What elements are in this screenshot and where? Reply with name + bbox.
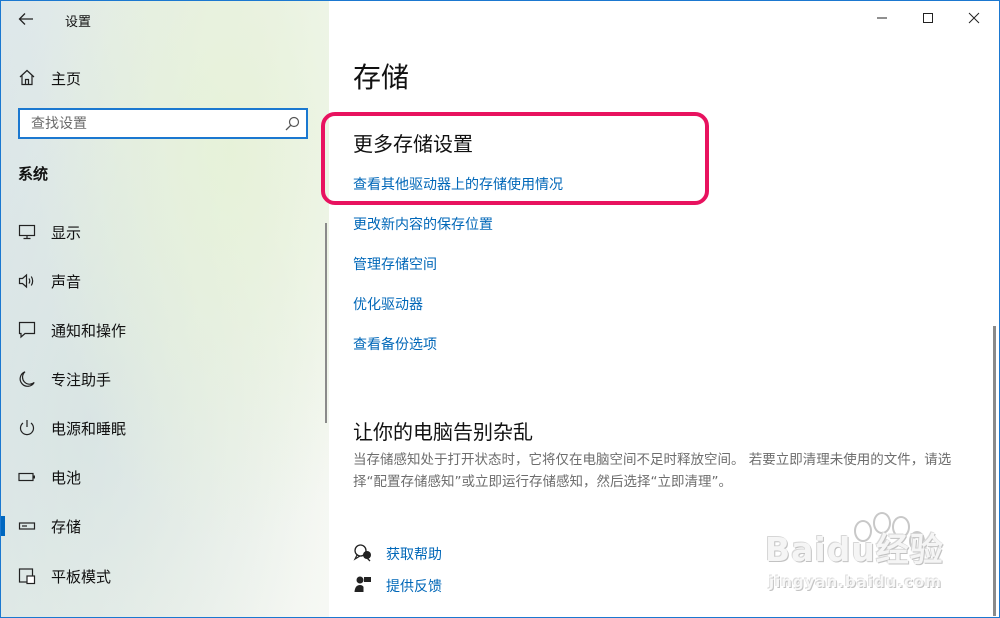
selection-indicator xyxy=(1,516,5,536)
notification-icon xyxy=(18,321,36,339)
sidebar-item-sound[interactable]: 声音 xyxy=(1,261,329,301)
app-title: 设置 xyxy=(65,15,92,30)
sidebar-item-label: 通知和操作 xyxy=(51,322,127,340)
sidebar-item-focus-assist[interactable]: 专注助手 xyxy=(1,359,329,399)
sidebar-item-label: 显示 xyxy=(51,224,82,242)
sidebar-item-battery[interactable]: 电池 xyxy=(1,457,329,497)
minimize-button[interactable] xyxy=(859,1,905,34)
sidebar-item-label: 电源和睡眠 xyxy=(51,420,127,438)
monitor-icon xyxy=(18,224,36,240)
link-backup-options[interactable]: 查看备份选项 xyxy=(353,334,437,354)
help-chat-icon xyxy=(353,544,371,562)
watermark-url: jingyan.baidu.com xyxy=(769,573,942,591)
section-heading-more-storage: 更多存储设置 xyxy=(353,132,473,156)
sidebar-item-label: 存储 xyxy=(51,518,82,536)
search-icon[interactable] xyxy=(285,116,300,131)
close-button[interactable] xyxy=(951,1,997,34)
link-other-drives-usage[interactable]: 查看其他驱动器上的存储使用情况 xyxy=(353,174,563,194)
search-box xyxy=(18,108,308,139)
link-change-save-location[interactable]: 更改新内容的保存位置 xyxy=(353,214,493,234)
feedback-label: 提供反馈 xyxy=(386,579,442,595)
sidebar-item-storage[interactable]: 存储 xyxy=(1,506,329,546)
sidebar-item-notifications[interactable]: 通知和操作 xyxy=(1,310,329,350)
tablet-mode-icon xyxy=(18,568,36,585)
battery-icon xyxy=(18,472,35,482)
settings-window: 设置 主页 系统 显示 xyxy=(0,0,1000,618)
sidebar-item-tablet-mode[interactable]: 平板模式 xyxy=(1,556,329,596)
sidebar-item-label: 专注助手 xyxy=(51,371,112,389)
speaker-icon xyxy=(18,273,34,289)
sidebar-item-label: 主页 xyxy=(51,70,82,88)
sidebar-item-label: 平板模式 xyxy=(51,568,112,586)
sidebar-item-power-sleep[interactable]: 电源和睡眠 xyxy=(1,408,329,448)
watermark-text: Baidu经验 xyxy=(765,530,944,569)
feedback-icon xyxy=(354,576,371,592)
declutter-description: 当存储感知处于打开状态时，它将仅在电脑空间不足时释放空间。 若要立即清理未使用的… xyxy=(353,452,952,490)
main-content: 存储 更多存储设置 查看其他驱动器上的存储使用情况 更改新内容的保存位置 管理存… xyxy=(321,1,999,617)
back-arrow-icon xyxy=(18,13,33,25)
back-button[interactable] xyxy=(9,3,43,35)
maximize-icon xyxy=(923,12,933,23)
sidebar-item-home[interactable]: 主页 xyxy=(1,61,329,95)
sidebar-item-label: 声音 xyxy=(51,273,82,291)
power-icon xyxy=(19,420,35,436)
sidebar: 设置 主页 系统 显示 xyxy=(1,1,329,617)
search-input[interactable] xyxy=(20,110,281,137)
sidebar-scrollbar[interactable] xyxy=(325,223,327,423)
minimize-icon xyxy=(877,17,887,18)
link-optimize-drives[interactable]: 优化驱动器 xyxy=(353,294,423,314)
sidebar-item-display[interactable]: 显示 xyxy=(1,212,329,252)
page-title: 存储 xyxy=(353,61,410,94)
section-title: 系统 xyxy=(18,165,49,183)
section-heading-declutter: 让你的电脑告别杂乱 xyxy=(353,420,533,444)
maximize-button[interactable] xyxy=(905,1,951,34)
close-icon xyxy=(968,12,980,23)
get-help-label: 获取帮助 xyxy=(386,547,442,563)
moon-icon xyxy=(19,371,35,387)
storage-icon xyxy=(18,522,36,530)
home-icon xyxy=(19,69,35,86)
link-manage-storage-spaces[interactable]: 管理存储空间 xyxy=(353,254,437,274)
sidebar-item-label: 电池 xyxy=(51,469,82,487)
